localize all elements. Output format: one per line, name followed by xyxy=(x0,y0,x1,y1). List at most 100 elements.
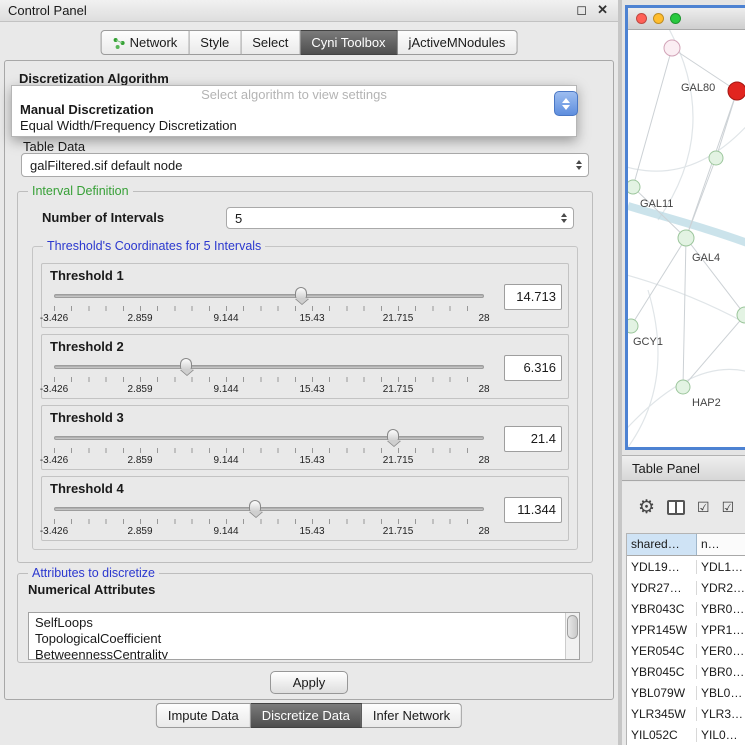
network-window-titlebar[interactable] xyxy=(628,8,745,30)
popup-option[interactable]: Equal Width/Frequency Discretization xyxy=(12,118,576,134)
table-row[interactable]: YDL19…YDL1… xyxy=(627,556,745,577)
close-button[interactable] xyxy=(636,13,647,24)
discretization-algorithm-label: Discretization Algorithm xyxy=(19,71,169,86)
slider-ticks xyxy=(54,377,484,382)
slider-thumb[interactable] xyxy=(295,287,307,298)
tick-label: 9.144 xyxy=(213,313,238,324)
table-panel-header[interactable]: Table Panel xyxy=(622,455,745,481)
network-view-window[interactable]: GAL80GAL11GAL4GCY1HAP2 xyxy=(625,5,745,450)
algorithm-combo-button[interactable] xyxy=(554,91,578,116)
zoom-button[interactable] xyxy=(670,13,681,24)
network-node[interactable] xyxy=(678,230,694,246)
tick-label: 28 xyxy=(478,313,489,324)
tab-jactivemnodules[interactable]: jActiveMNodules xyxy=(398,30,518,55)
columns-icon[interactable] xyxy=(667,500,685,515)
numerical-attributes-list[interactable]: SelfLoopsTopologicalCoefficientBetweenne… xyxy=(28,612,580,660)
table-row[interactable]: YBL079WYBL0… xyxy=(627,682,745,703)
chevron-up-down-icon xyxy=(561,213,567,223)
table-row[interactable]: YLR345WYLR3… xyxy=(627,703,745,724)
threshold-value-field[interactable]: 11.344 xyxy=(504,497,562,523)
threshold-4-slider[interactable]: -3.426 2.859 9.144 15.43 21.715 28 xyxy=(54,499,484,539)
tab-label: Cyni Toolbox xyxy=(311,35,385,50)
minimize-button[interactable] xyxy=(653,13,664,24)
tab-infer-network[interactable]: Infer Network xyxy=(362,703,462,728)
threshold-label: Threshold 4 xyxy=(50,481,124,496)
tick-label: 15.43 xyxy=(299,526,324,537)
tab-network[interactable]: Network xyxy=(101,30,190,55)
table-panel-title: Table Panel xyxy=(632,461,700,476)
network-node[interactable] xyxy=(709,151,723,165)
close-icon[interactable]: ✕ xyxy=(597,2,608,18)
table-row[interactable]: YPR145WYPR1… xyxy=(627,619,745,640)
threshold-1-slider[interactable]: -3.426 2.859 9.144 15.43 21.715 28 xyxy=(54,286,484,326)
select-all-rows-icon[interactable]: ☑ xyxy=(722,500,735,514)
tab-cyni-toolbox[interactable]: Cyni Toolbox xyxy=(300,30,397,55)
tab-discretize-data[interactable]: Discretize Data xyxy=(251,703,362,728)
float-window-icon[interactable]: ◻ xyxy=(576,2,587,18)
tab-label: Network xyxy=(130,35,178,50)
interval-definition-legend: Interval Definition xyxy=(28,184,133,198)
column-header[interactable]: n… xyxy=(697,534,745,555)
number-of-intervals-label: Number of Intervals xyxy=(42,210,164,225)
list-item[interactable]: BetweennessCentrality xyxy=(35,647,579,660)
table-toolbar: ⚙ ☑ ☑ xyxy=(622,490,745,524)
node-label: GAL4 xyxy=(692,252,720,264)
threshold-3-slider[interactable]: -3.426 2.859 9.144 15.43 21.715 28 xyxy=(54,428,484,468)
table-cell: YDR27… xyxy=(627,581,697,595)
network-node[interactable] xyxy=(664,40,680,56)
network-canvas[interactable]: GAL80GAL11GAL4GCY1HAP2 xyxy=(628,30,745,447)
gear-icon[interactable]: ⚙ xyxy=(638,498,655,517)
threshold-2-slider[interactable]: -3.426 2.859 9.144 15.43 21.715 28 xyxy=(54,357,484,397)
threshold-label: Threshold 3 xyxy=(50,410,124,425)
tab-style[interactable]: Style xyxy=(189,30,241,55)
tick-label: -3.426 xyxy=(40,526,68,537)
network-edge xyxy=(683,238,686,387)
column-header[interactable]: shared… xyxy=(627,534,697,555)
table-row[interactable]: YBR043CYBR0… xyxy=(627,598,745,619)
network-node[interactable] xyxy=(628,319,638,333)
table-row[interactable]: YDR27…YDR2… xyxy=(627,577,745,598)
table-row[interactable]: YBR045CYBR0… xyxy=(627,661,745,682)
tick-label: 21.715 xyxy=(383,455,414,466)
slider-thumb[interactable] xyxy=(180,358,192,369)
scrollbar-thumb[interactable] xyxy=(567,615,578,639)
threshold-label: Threshold 2 xyxy=(50,339,124,354)
list-item[interactable]: TopologicalCoefficient xyxy=(35,631,579,647)
threshold-2-panel: Threshold 2 -3.426 2.859 9.144 15.43 21.… xyxy=(41,334,569,399)
apply-button[interactable]: Apply xyxy=(270,671,348,694)
table-row[interactable]: YIL052CYIL0… xyxy=(627,724,745,745)
slider-thumb[interactable] xyxy=(249,500,261,511)
threshold-value-field[interactable]: 14.713 xyxy=(504,284,562,310)
table-data-combo[interactable]: galFiltered.sif default node xyxy=(21,153,589,177)
threshold-4-panel: Threshold 4 -3.426 2.859 9.144 15.43 21.… xyxy=(41,476,569,541)
slider-scale: -3.426 2.859 9.144 15.43 21.715 28 xyxy=(54,455,484,467)
table-data-combo-value: galFiltered.sif default node xyxy=(30,158,182,173)
tick-label: 15.43 xyxy=(299,455,324,466)
table-row[interactable]: YER054CYER0… xyxy=(627,640,745,661)
slider-track[interactable] xyxy=(54,294,484,298)
slider-track[interactable] xyxy=(54,436,484,440)
tab-select[interactable]: Select xyxy=(241,30,300,55)
network-node[interactable] xyxy=(628,180,640,194)
slider-track[interactable] xyxy=(54,365,484,369)
threshold-value-field[interactable]: 6.316 xyxy=(504,355,562,381)
slider-thumb[interactable] xyxy=(387,429,399,440)
popup-option[interactable]: Manual Discretization xyxy=(12,102,576,118)
tick-label: 2.859 xyxy=(127,313,152,324)
network-node[interactable] xyxy=(728,82,745,100)
tab-label: Infer Network xyxy=(373,708,450,723)
select-all-columns-icon[interactable]: ☑ xyxy=(697,500,710,514)
slider-track[interactable] xyxy=(54,507,484,511)
tab-impute-data[interactable]: Impute Data xyxy=(156,703,251,728)
threshold-value-field[interactable]: 21.4 xyxy=(504,426,562,452)
window-title: Control Panel xyxy=(8,3,87,18)
node-label: HAP2 xyxy=(692,397,721,409)
network-node[interactable] xyxy=(737,307,745,323)
table-cell: YDL1… xyxy=(697,560,745,574)
list-item[interactable]: SelfLoops xyxy=(35,615,579,631)
network-node[interactable] xyxy=(676,380,690,394)
number-of-intervals-combo[interactable]: 5 xyxy=(226,207,574,229)
list-scrollbar[interactable] xyxy=(565,613,579,659)
slider-scale: -3.426 2.859 9.144 15.43 21.715 28 xyxy=(54,313,484,325)
tick-label: 21.715 xyxy=(383,384,414,395)
